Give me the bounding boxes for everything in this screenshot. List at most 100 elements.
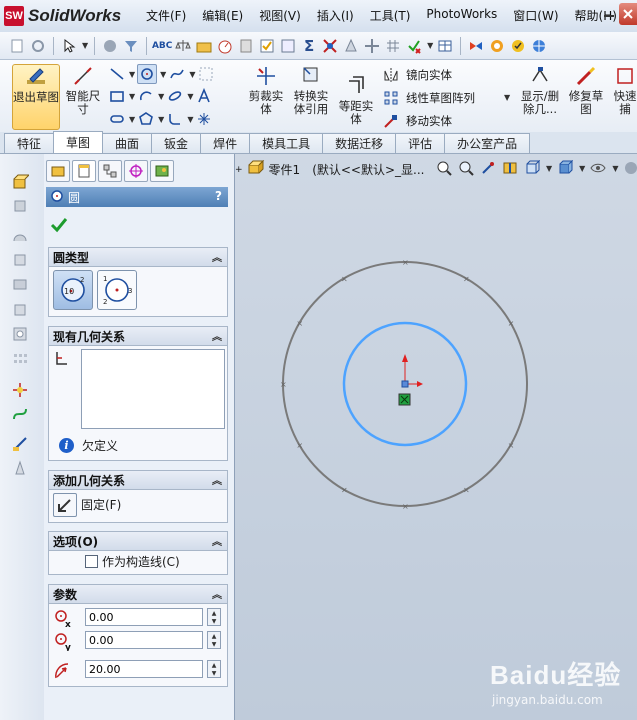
help-button[interactable]: ? xyxy=(215,189,222,203)
display-delete-relations-button[interactable]: 显示/删除几... xyxy=(518,64,562,116)
checkbox-icon[interactable] xyxy=(258,37,276,55)
draft-icon[interactable] xyxy=(10,458,30,478)
collapse-chevron-icon[interactable]: ︽ xyxy=(212,249,222,264)
fix-relation-button[interactable] xyxy=(53,493,77,517)
feature-manager-tab[interactable] xyxy=(46,160,70,182)
photoworks-icon[interactable] xyxy=(488,37,506,55)
move-entities-button[interactable]: 移动实体 xyxy=(382,112,452,130)
polygon-icon[interactable] xyxy=(137,110,155,128)
tab-mold-tools[interactable]: 模具工具 xyxy=(249,133,324,153)
point-icon[interactable] xyxy=(195,110,213,128)
render-icon[interactable] xyxy=(467,37,485,55)
existing-relations-header[interactable]: 现有几何关系 ︽ xyxy=(49,327,227,346)
menu-window[interactable]: 窗口(W) xyxy=(507,7,568,24)
tab-office-products[interactable]: 办公室产品 xyxy=(444,133,531,153)
menu-insert[interactable]: 插入(I) xyxy=(311,7,364,24)
sketch-origin[interactable] xyxy=(398,354,423,406)
filter-icon[interactable] xyxy=(122,37,140,55)
menu-file[interactable]: 文件(F) xyxy=(140,7,196,24)
center-x-spinner[interactable]: ▲ ▼ xyxy=(207,608,221,626)
relations-listbox[interactable] xyxy=(81,349,225,429)
collapse-chevron-icon[interactable]: ︽ xyxy=(212,472,222,487)
move-arrows-icon[interactable] xyxy=(363,37,381,55)
configuration-manager-tab[interactable] xyxy=(98,160,122,182)
fix-relation-label[interactable]: 固定(F) xyxy=(81,496,121,513)
sweep-icon[interactable] xyxy=(10,226,30,246)
gauge-icon[interactable] xyxy=(216,37,234,55)
spline-icon[interactable] xyxy=(168,65,186,83)
line-icon[interactable] xyxy=(108,65,126,83)
rebuild-icon[interactable] xyxy=(29,37,47,55)
tab-sheet-metal[interactable]: 钣金 xyxy=(151,133,202,153)
chevron-down-icon[interactable]: ▼ xyxy=(427,41,433,50)
linear-pattern-button[interactable]: 线性草图阵列 xyxy=(382,89,475,107)
fillet-icon[interactable] xyxy=(166,110,184,128)
hole-icon[interactable] xyxy=(10,324,30,344)
collapse-chevron-icon[interactable]: ︽ xyxy=(212,586,222,601)
chevron-down-icon[interactable]: ▼ xyxy=(504,93,510,102)
ellipse-icon[interactable] xyxy=(166,87,184,105)
minimize-icon[interactable] xyxy=(601,6,617,20)
center-x-input[interactable] xyxy=(85,608,203,626)
menu-edit[interactable]: 编辑(E) xyxy=(196,7,253,24)
menu-photoworks[interactable]: PhotoWorks xyxy=(420,7,507,24)
close-window-button[interactable] xyxy=(619,3,637,25)
chevron-down-icon[interactable]: ▼ xyxy=(129,115,135,124)
property-manager-tab[interactable] xyxy=(72,160,96,182)
instant3d-icon[interactable] xyxy=(10,434,30,454)
chevron-down-icon[interactable]: ▼ xyxy=(129,70,135,79)
loft-icon[interactable] xyxy=(10,250,30,270)
sketch-canvas[interactable]: × × × × × × × × × × × xyxy=(235,154,637,720)
center-y-input[interactable] xyxy=(85,631,203,649)
quick-snaps-button[interactable]: 快速捕 xyxy=(610,64,637,116)
add-relations-header[interactable]: 添加几何关系 ︽ xyxy=(49,471,227,490)
exit-sketch-button[interactable]: 退出草图 xyxy=(12,64,60,130)
radius-spinner[interactable]: ▲ ▼ xyxy=(207,660,221,678)
extrude-icon[interactable] xyxy=(10,172,30,192)
chevron-down-icon[interactable]: ▼ xyxy=(189,70,195,79)
pattern-icon[interactable] xyxy=(10,350,30,370)
snap-icon[interactable] xyxy=(405,37,423,55)
curves-icon[interactable] xyxy=(10,404,30,424)
offset-entities-button[interactable]: 等距实体 xyxy=(336,74,376,126)
tab-sketch[interactable]: 草图 xyxy=(53,131,104,153)
relations-icon[interactable] xyxy=(321,37,339,55)
chevron-down-icon[interactable]: ▼ xyxy=(82,41,88,50)
chevron-down-icon[interactable]: ▼ xyxy=(129,92,135,101)
graphics-area[interactable]: + 零件1 (默认<<默认>_显... ▼ ▼ ▼ × × × × × × × × × × × xyxy=(235,154,637,720)
cut-icon[interactable] xyxy=(10,274,30,294)
construction-label[interactable]: 作为构造线(C) xyxy=(102,553,180,570)
rectangle-icon[interactable] xyxy=(108,87,126,105)
table-icon[interactable] xyxy=(436,37,454,55)
spell-check-icon[interactable]: ABC xyxy=(152,37,172,55)
globe-icon[interactable] xyxy=(530,37,548,55)
balance-icon[interactable] xyxy=(174,37,192,55)
chevron-down-icon[interactable]: ▼ xyxy=(158,115,164,124)
reference-geometry-icon[interactable] xyxy=(10,380,30,400)
cone-icon[interactable] xyxy=(342,37,360,55)
circle-tool-icon[interactable] xyxy=(137,64,158,84)
point-grid-icon[interactable] xyxy=(197,65,215,83)
slot-icon[interactable] xyxy=(108,110,126,128)
cut-revolve-icon[interactable] xyxy=(10,300,30,320)
trim-entities-button[interactable]: 剪裁实体 xyxy=(246,64,286,116)
doc-icon[interactable] xyxy=(237,37,255,55)
radius-input[interactable] xyxy=(85,660,203,678)
chevron-down-icon[interactable]: ▼ xyxy=(187,115,193,124)
tab-features[interactable]: 特征 xyxy=(4,133,55,153)
display-manager-tab[interactable] xyxy=(150,160,174,182)
center-y-spinner[interactable]: ▲ ▼ xyxy=(207,631,221,649)
check-circle-icon[interactable] xyxy=(509,37,527,55)
chevron-down-icon[interactable]: ▼ xyxy=(160,70,166,79)
perimeter-circle-button[interactable]: 1 2 3 xyxy=(97,270,137,310)
parameters-header[interactable]: 参数 ︽ xyxy=(49,585,227,604)
arc-icon[interactable] xyxy=(137,87,155,105)
circle-type-header[interactable]: 圆类型 ︽ xyxy=(49,248,227,267)
checklist-icon[interactable] xyxy=(279,37,297,55)
chevron-down-icon[interactable]: ▼ xyxy=(158,92,164,101)
sigma-icon[interactable]: Σ xyxy=(300,37,318,55)
menu-tools[interactable]: 工具(T) xyxy=(364,7,421,24)
text-icon[interactable] xyxy=(195,87,213,105)
tab-evaluate[interactable]: 评估 xyxy=(395,133,446,153)
convert-entities-button[interactable]: 转换实体引用 xyxy=(290,64,332,116)
